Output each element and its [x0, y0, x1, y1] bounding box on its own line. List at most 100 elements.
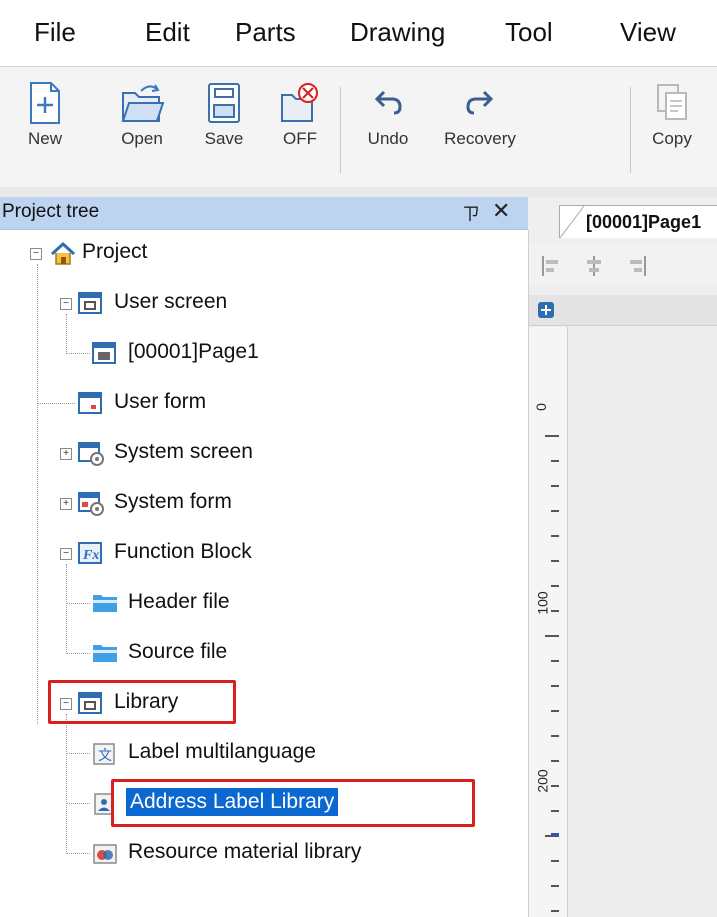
pin-icon[interactable]: ㄗ	[462, 200, 480, 226]
ruler-tick	[545, 435, 559, 437]
ruler-tick	[551, 810, 559, 812]
save-button[interactable]: Save	[198, 81, 250, 149]
ruler-tick	[551, 610, 559, 612]
close-project-icon	[281, 83, 318, 122]
undo-button[interactable]: Undo	[358, 81, 418, 149]
tree-node-page1[interactable]: [00001]Page1	[0, 336, 528, 372]
project-tree-title: Project tree	[2, 201, 100, 222]
ruler-tick	[551, 885, 559, 887]
source-file-icon	[93, 645, 117, 662]
ruler-tick	[551, 735, 559, 737]
menu-edit[interactable]: Edit	[145, 14, 190, 50]
vertical-ruler: 0 100 200	[529, 327, 568, 917]
function-block-icon: Fx	[78, 542, 102, 564]
tab-edge	[560, 206, 585, 238]
library-highlight-box	[48, 680, 236, 724]
tree-node-label: Label multilanguage	[128, 740, 316, 763]
svg-text:文: 文	[98, 748, 112, 764]
alignment-toolbar	[529, 245, 717, 285]
open-button[interactable]: Open	[112, 81, 172, 149]
address-label-library-highlight-box	[111, 779, 475, 827]
menu-parts[interactable]: Parts	[235, 14, 296, 50]
expand-toggle-icon[interactable]: +	[60, 448, 72, 460]
tree-node-label: System form	[114, 490, 232, 513]
align-left-icon[interactable]	[541, 255, 563, 277]
expand-toggle-icon[interactable]: +	[60, 498, 72, 510]
new-button[interactable]: New	[18, 81, 72, 149]
tree-node-label: Resource material library	[128, 840, 362, 863]
design-canvas[interactable]	[568, 327, 717, 917]
tree-node-source-file[interactable]: Source file	[0, 636, 528, 672]
ruler-tick	[551, 685, 559, 687]
editor-area: [00001]Page1 0 100 200	[529, 197, 717, 917]
align-center-icon[interactable]	[583, 255, 605, 277]
ruler-tick	[551, 485, 559, 487]
ruler-tick	[551, 560, 559, 562]
ruler-tick	[551, 785, 559, 787]
tree-node-label: Function Block	[114, 540, 252, 563]
ruler-tick	[545, 835, 559, 837]
open-button-label: Open	[121, 129, 163, 148]
collapse-toggle-icon[interactable]: −	[60, 298, 72, 310]
ruler-mark-0: 0	[532, 403, 549, 411]
tree-node-resource-material-library[interactable]: Resource material library	[0, 836, 528, 872]
tree-node-label: User screen	[114, 290, 228, 313]
ruler-tick	[551, 460, 559, 462]
menu-bar: File Edit Parts Drawing Tool View	[0, 0, 717, 66]
ruler-tick	[551, 535, 559, 537]
tree-node-label: Source file	[128, 640, 228, 663]
tree-node-system-screen[interactable]: + System screen	[0, 436, 528, 472]
multilanguage-icon: 文	[93, 743, 115, 765]
menu-drawing[interactable]: Drawing	[350, 14, 445, 50]
svg-text:Fx: Fx	[82, 548, 99, 563]
ruler-tick	[551, 860, 559, 862]
resource-library-icon	[93, 844, 117, 864]
ruler-indicator	[551, 833, 559, 835]
toolbar-separator	[630, 87, 631, 173]
copy-icon	[657, 84, 687, 120]
tree-node-project[interactable]: − Project	[0, 236, 528, 272]
tree-node-header-file[interactable]: Header file	[0, 586, 528, 622]
new-file-icon	[30, 82, 60, 124]
tree-node-label: Project	[82, 240, 148, 263]
menu-tool[interactable]: Tool	[505, 14, 553, 50]
page-icon	[92, 342, 116, 364]
menu-file[interactable]: File	[34, 14, 76, 50]
toolbar: New Open Save OFF Undo Recovery Copy	[0, 67, 717, 187]
align-right-icon[interactable]	[625, 255, 647, 277]
save-button-label: Save	[204, 129, 244, 148]
undo-button-label: Undo	[367, 129, 409, 148]
collapse-toggle-icon[interactable]: −	[60, 548, 72, 560]
tree-node-label-multilanguage[interactable]: 文 Label multilanguage	[0, 736, 528, 772]
copy-button-label: Copy	[652, 129, 692, 148]
tree-node-user-form[interactable]: User form	[0, 386, 528, 422]
menu-view[interactable]: View	[620, 14, 676, 50]
form-icon	[78, 392, 102, 414]
ruler-mark-100: 100	[534, 591, 551, 615]
tree-node-label: [00001]Page1	[128, 340, 259, 363]
tree-node-label: User form	[114, 390, 207, 413]
header-file-icon	[93, 595, 117, 612]
system-screen-icon	[78, 442, 104, 466]
collapse-toggle-icon[interactable]: −	[30, 248, 42, 260]
toolbar-bottom-strip	[0, 187, 717, 197]
tree-node-label: System screen	[114, 440, 253, 463]
close-icon[interactable]: ✕	[492, 198, 510, 224]
tree-node-system-form[interactable]: + System form	[0, 486, 528, 522]
tree-node-label: Header file	[128, 590, 230, 613]
ruler-tick	[551, 910, 559, 912]
toolbar-separator	[340, 87, 341, 173]
recovery-button[interactable]: Recovery	[440, 81, 520, 149]
ruler-mark-200: 200	[534, 769, 551, 793]
ruler-origin-icon[interactable]	[537, 301, 555, 319]
off-button-label: OFF	[283, 129, 317, 148]
copy-button[interactable]: Copy	[640, 81, 704, 149]
ruler-tick	[551, 510, 559, 512]
save-icon	[208, 83, 240, 123]
tab-page1[interactable]: [00001]Page1	[559, 205, 717, 238]
tree-node-function-block[interactable]: − Fx Function Block	[0, 536, 528, 572]
tree-node-user-screen[interactable]: − User screen	[0, 286, 528, 322]
open-folder-icon	[121, 84, 165, 122]
off-button[interactable]: OFF	[274, 81, 326, 149]
ruler-tick	[551, 710, 559, 712]
